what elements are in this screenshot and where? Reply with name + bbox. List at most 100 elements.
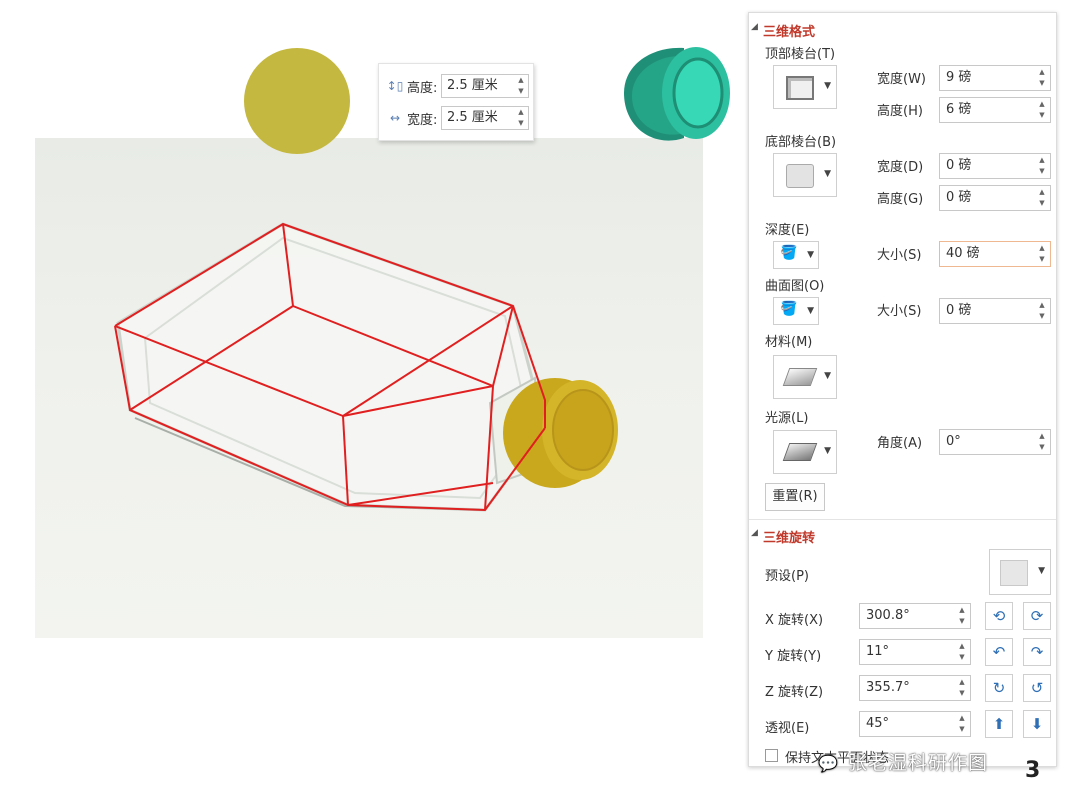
top-width-label: 宽度(W) bbox=[877, 72, 926, 87]
y-rotation-value: 11° bbox=[866, 644, 890, 659]
keep-text-flat-checkbox[interactable] bbox=[765, 749, 778, 762]
contour-color-picker[interactable]: 🪣 ▼ bbox=[773, 297, 819, 325]
perspective-spinner[interactable]: ▲ ▼ bbox=[957, 713, 967, 735]
chevron-down-icon: ▼ bbox=[807, 306, 814, 316]
section-3d-rotation[interactable]: ◢ 三维旋转 bbox=[751, 527, 816, 546]
chevron-down-icon: ▼ bbox=[807, 250, 814, 260]
perspective-decrease-button[interactable]: ⬇ bbox=[1023, 710, 1051, 738]
z-rotation-value: 355.7° bbox=[866, 680, 910, 695]
section-3d-format[interactable]: ◢ 三维格式 bbox=[751, 21, 816, 40]
bottom-bevel-label: 底部棱台(B) bbox=[765, 135, 837, 150]
x-rotation-label: X 旋转(X) bbox=[765, 613, 824, 628]
wechat-icon: 💬 bbox=[818, 754, 839, 773]
x-rotation-value: 300.8° bbox=[866, 608, 910, 623]
height-spinner[interactable]: ▲ ▼ bbox=[516, 75, 526, 97]
depth-size-label: 大小(S) bbox=[877, 248, 922, 263]
lighting-swatch-icon bbox=[782, 443, 818, 461]
lighting-gallery[interactable]: ▼ bbox=[773, 430, 837, 474]
depth-size-input[interactable]: 40 磅 ▲ ▼ bbox=[939, 241, 1051, 267]
bottom-width-label: 宽度(D) bbox=[877, 160, 924, 175]
height-value: 2.5 厘米 bbox=[447, 78, 498, 93]
angle-label: 角度(A) bbox=[877, 436, 923, 451]
collapse-triangle-icon[interactable]: ◢ bbox=[751, 22, 758, 32]
contour-size-value: 0 磅 bbox=[946, 303, 972, 318]
top-bevel-gallery[interactable]: ▼ bbox=[773, 65, 837, 109]
bottom-bevel-gallery[interactable]: ▼ bbox=[773, 153, 837, 197]
bottom-width-input[interactable]: 0 磅 ▲ ▼ bbox=[939, 153, 1051, 179]
width-row: ↔ 宽度: bbox=[385, 106, 437, 130]
material-label: 材料(M) bbox=[765, 335, 813, 350]
height-input[interactable]: 2.5 厘米 ▲ ▼ bbox=[441, 74, 529, 98]
depth-label: 深度(E) bbox=[765, 223, 810, 238]
rotate-left-x-button[interactable]: ⟲ bbox=[985, 602, 1013, 630]
top-height-input[interactable]: 6 磅 ▲ ▼ bbox=[939, 97, 1051, 123]
flask-photo bbox=[35, 138, 703, 638]
material-gallery[interactable]: ▼ bbox=[773, 355, 837, 399]
top-width-spinner[interactable]: ▲ ▼ bbox=[1037, 67, 1047, 89]
contour-size-input[interactable]: 0 磅 ▲ ▼ bbox=[939, 298, 1051, 324]
chevron-down-icon: ▼ bbox=[824, 81, 831, 91]
bottom-height-input[interactable]: 0 磅 ▲ ▼ bbox=[939, 185, 1051, 211]
depth-color-picker[interactable]: 🪣 ▼ bbox=[773, 241, 819, 269]
y-rotation-spinner[interactable]: ▲ ▼ bbox=[957, 641, 967, 663]
section-3d-format-title: 三维格式 bbox=[763, 25, 816, 40]
perspective-increase-button[interactable]: ⬆ bbox=[985, 710, 1013, 738]
width-input[interactable]: 2.5 厘米 ▲ ▼ bbox=[441, 106, 529, 130]
width-spinner[interactable]: ▲ ▼ bbox=[516, 107, 526, 129]
z-rotation-label: Z 旋转(Z) bbox=[765, 685, 824, 700]
rotate-ccw-z-button[interactable]: ↺ bbox=[1023, 674, 1051, 702]
depth-size-spinner[interactable]: ▲ ▼ bbox=[1037, 243, 1047, 265]
perspective-input[interactable]: 45° ▲ ▼ bbox=[859, 711, 971, 737]
rotation-presets-gallery[interactable]: ▼ bbox=[989, 549, 1051, 595]
collapse-triangle-icon[interactable]: ◢ bbox=[751, 528, 758, 538]
x-rotation-input[interactable]: 300.8° ▲ ▼ bbox=[859, 603, 971, 629]
z-rotation-input[interactable]: 355.7° ▲ ▼ bbox=[859, 675, 971, 701]
rotate-down-y-button[interactable]: ↷ bbox=[1023, 638, 1051, 666]
contour-size-spinner[interactable]: ▲ ▼ bbox=[1037, 300, 1047, 322]
x-rotation-spinner[interactable]: ▲ ▼ bbox=[957, 605, 967, 627]
bottom-width-spinner[interactable]: ▲ ▼ bbox=[1037, 155, 1047, 177]
depth-size-value: 40 磅 bbox=[946, 246, 980, 261]
paint-bucket-icon: 🪣 bbox=[780, 245, 798, 261]
chevron-down-icon: ▼ bbox=[1038, 566, 1045, 576]
chevron-down-icon: ▼ bbox=[824, 169, 831, 179]
top-height-spinner[interactable]: ▲ ▼ bbox=[1037, 99, 1047, 121]
z-rotation-spinner[interactable]: ▲ ▼ bbox=[957, 677, 967, 699]
arrow-down-icon: ⬇ bbox=[1030, 715, 1044, 733]
rotate-arrow-icon: ↶ bbox=[992, 643, 1006, 661]
rotate-arrow-icon: ⟳ bbox=[1030, 607, 1044, 625]
top-height-value: 6 磅 bbox=[946, 102, 972, 117]
top-bevel-label: 顶部棱台(T) bbox=[765, 47, 836, 62]
gold-circle-shape[interactable] bbox=[244, 48, 350, 154]
section-3d-rotation-title: 三维旋转 bbox=[763, 531, 816, 546]
bottom-height-label: 高度(G) bbox=[877, 192, 924, 207]
angle-spinner[interactable]: ▲ ▼ bbox=[1037, 431, 1047, 453]
watermark-text: 张老湿科研作图 bbox=[848, 752, 989, 774]
chevron-down-icon: ▼ bbox=[824, 446, 831, 456]
bottom-height-value: 0 磅 bbox=[946, 190, 972, 205]
height-label: 高度: bbox=[407, 80, 438, 96]
lighting-label: 光源(L) bbox=[765, 411, 809, 426]
bottom-height-spinner[interactable]: ▲ ▼ bbox=[1037, 187, 1047, 209]
arrow-up-icon: ⬆ bbox=[992, 715, 1006, 733]
rotate-arrow-icon: ↷ bbox=[1030, 643, 1044, 661]
rotate-arrow-icon: ↺ bbox=[1030, 679, 1044, 697]
rotate-right-x-button[interactable]: ⟳ bbox=[1023, 602, 1051, 630]
top-width-value: 9 磅 bbox=[946, 70, 972, 85]
y-rotation-input[interactable]: 11° ▲ ▼ bbox=[859, 639, 971, 665]
watermark: 💬 张老湿科研作图 bbox=[818, 748, 988, 775]
angle-value: 0° bbox=[946, 434, 961, 449]
angle-input[interactable]: 0° ▲ ▼ bbox=[939, 429, 1051, 455]
format-shape-panel: ◢ 三维格式 顶部棱台(T) ▼ 宽度(W) 9 磅 ▲ ▼ 高度(H) 6 磅 … bbox=[748, 12, 1057, 767]
flask-illustration bbox=[114, 222, 618, 512]
rotate-arrow-icon: ↻ bbox=[992, 679, 1006, 697]
top-width-input[interactable]: 9 磅 ▲ ▼ bbox=[939, 65, 1051, 91]
paint-bucket-icon: 🪣 bbox=[780, 301, 798, 317]
width-arrows-icon: ↔ bbox=[389, 111, 401, 125]
contour-label: 曲面图(O) bbox=[765, 279, 825, 294]
teal-cap-shape[interactable] bbox=[614, 38, 732, 156]
rotate-cw-z-button[interactable]: ↻ bbox=[985, 674, 1013, 702]
rotate-up-y-button[interactable]: ↶ bbox=[985, 638, 1013, 666]
perspective-value: 45° bbox=[866, 716, 890, 731]
reset-button[interactable]: 重置(R) bbox=[765, 483, 825, 511]
